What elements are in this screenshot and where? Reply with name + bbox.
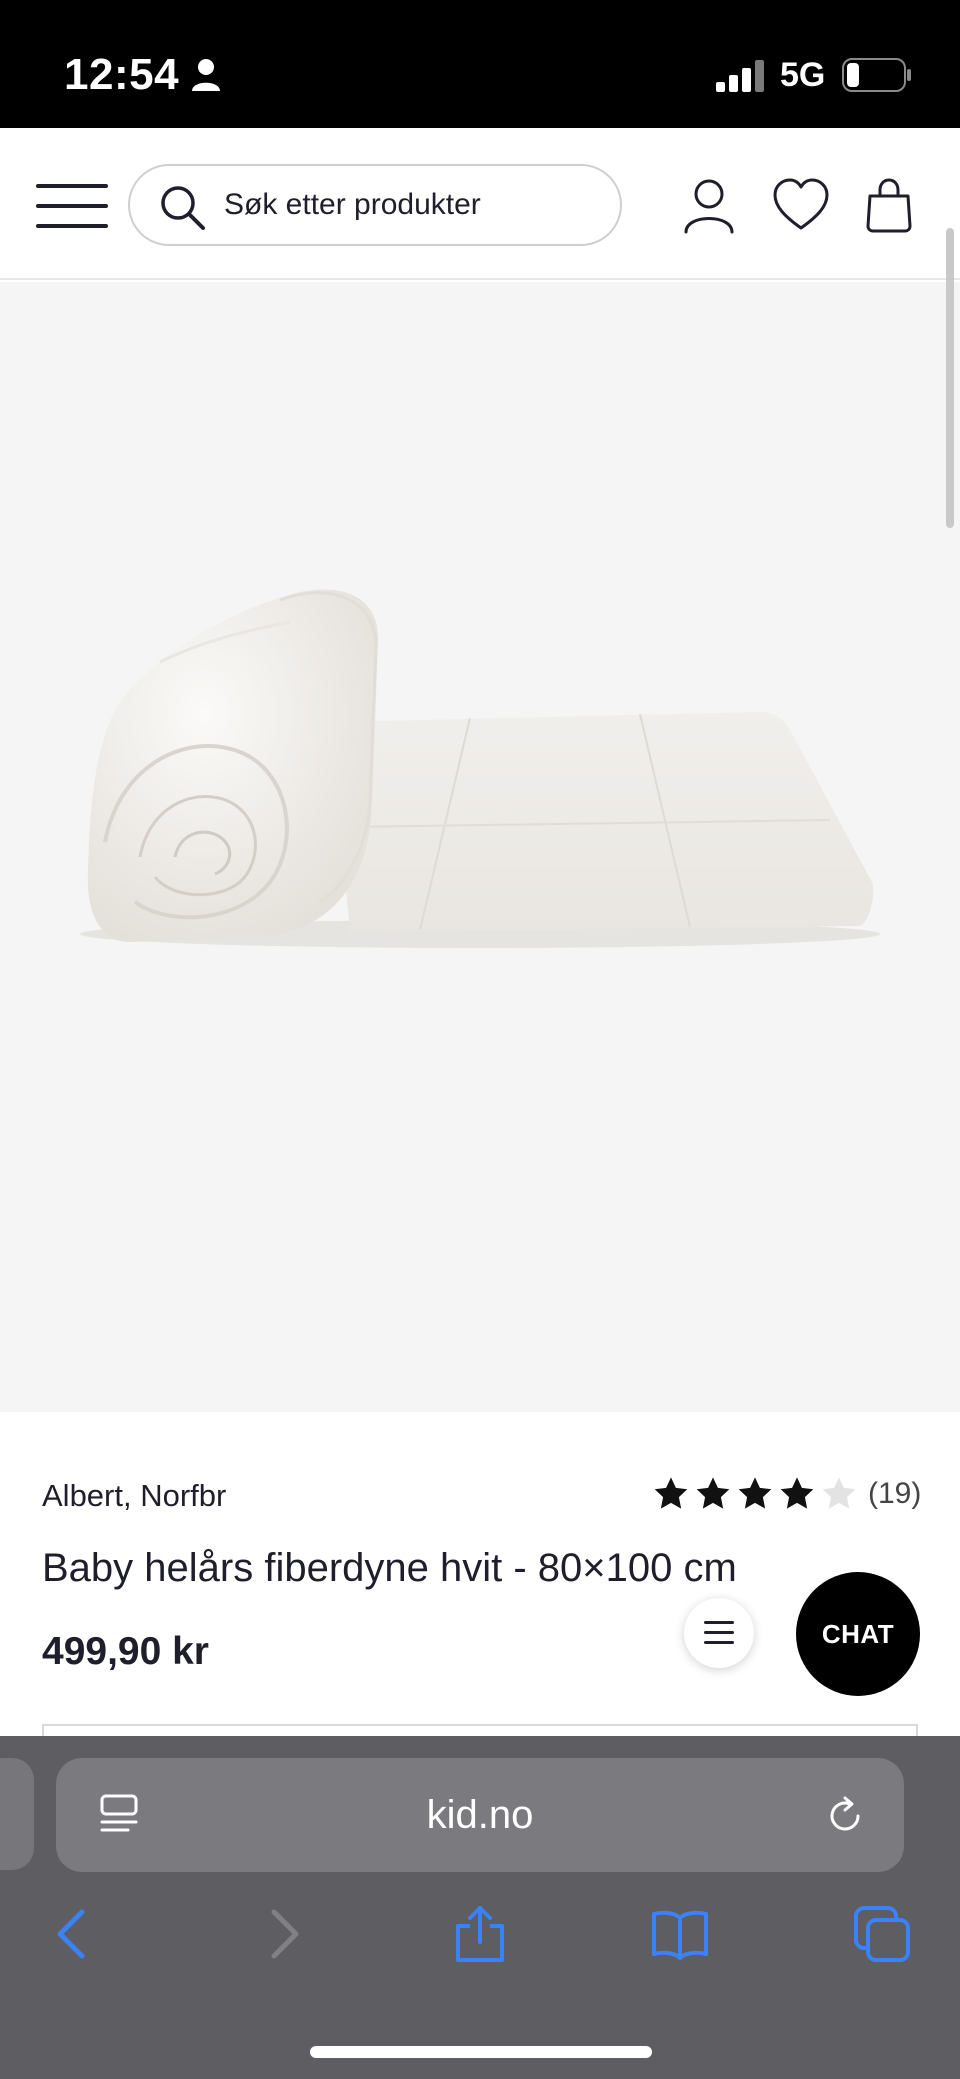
product-price: 499,90 kr [42, 1630, 209, 1673]
bookmarks-icon[interactable] [650, 1904, 710, 1964]
share-icon[interactable] [450, 1904, 510, 1964]
status-bar: 12:54 5G [0, 0, 960, 128]
duvet-image [80, 589, 880, 948]
signal-icon [716, 60, 764, 92]
url-text: kid.no [426, 1793, 534, 1837]
search-bar[interactable] [128, 164, 622, 246]
previous-tab-preview[interactable] [0, 1758, 34, 1870]
star-filled-icon [696, 1477, 730, 1509]
page-scrollbar[interactable] [946, 228, 954, 528]
search-icon [161, 186, 205, 230]
review-count: (19) [868, 1477, 922, 1510]
battery-icon [842, 58, 911, 92]
browser-toolbar: kid.no [0, 1736, 960, 2079]
product-rating[interactable]: (19) [652, 1474, 921, 1514]
network-type: 5G [780, 56, 826, 94]
product-brand[interactable]: Albert, Norfbr [42, 1478, 226, 1514]
shopping-bag-icon[interactable] [864, 176, 914, 234]
address-bar[interactable]: kid.no [56, 1758, 904, 1872]
reload-icon[interactable] [822, 1792, 868, 1838]
star-filled-icon [654, 1477, 688, 1509]
star-rating [652, 1475, 858, 1513]
home-indicator [310, 2046, 652, 2058]
back-icon[interactable] [44, 1904, 104, 1964]
star-filled-icon [780, 1477, 814, 1509]
search-input[interactable] [224, 166, 604, 244]
star-filled-icon [738, 1477, 772, 1509]
person-icon [192, 59, 220, 91]
chat-button[interactable]: CHAT [796, 1572, 920, 1696]
product-info: Albert, Norfbr (19) Baby helårs fiberdyn… [0, 1412, 960, 1744]
star-empty-icon [822, 1477, 856, 1509]
site-header [0, 128, 960, 280]
user-account-icon[interactable] [680, 176, 738, 234]
status-time: 12:54 [64, 50, 180, 99]
floating-menu-icon[interactable] [684, 1598, 754, 1668]
tabs-icon[interactable] [852, 1904, 912, 1964]
hamburger-menu-icon[interactable] [36, 184, 108, 228]
heart-icon[interactable] [772, 176, 830, 234]
product-title: Baby helårs fiberdyne hvit - 80×100 cm [42, 1546, 737, 1590]
forward-icon[interactable] [252, 1904, 312, 1964]
product-image[interactable] [0, 282, 960, 1412]
